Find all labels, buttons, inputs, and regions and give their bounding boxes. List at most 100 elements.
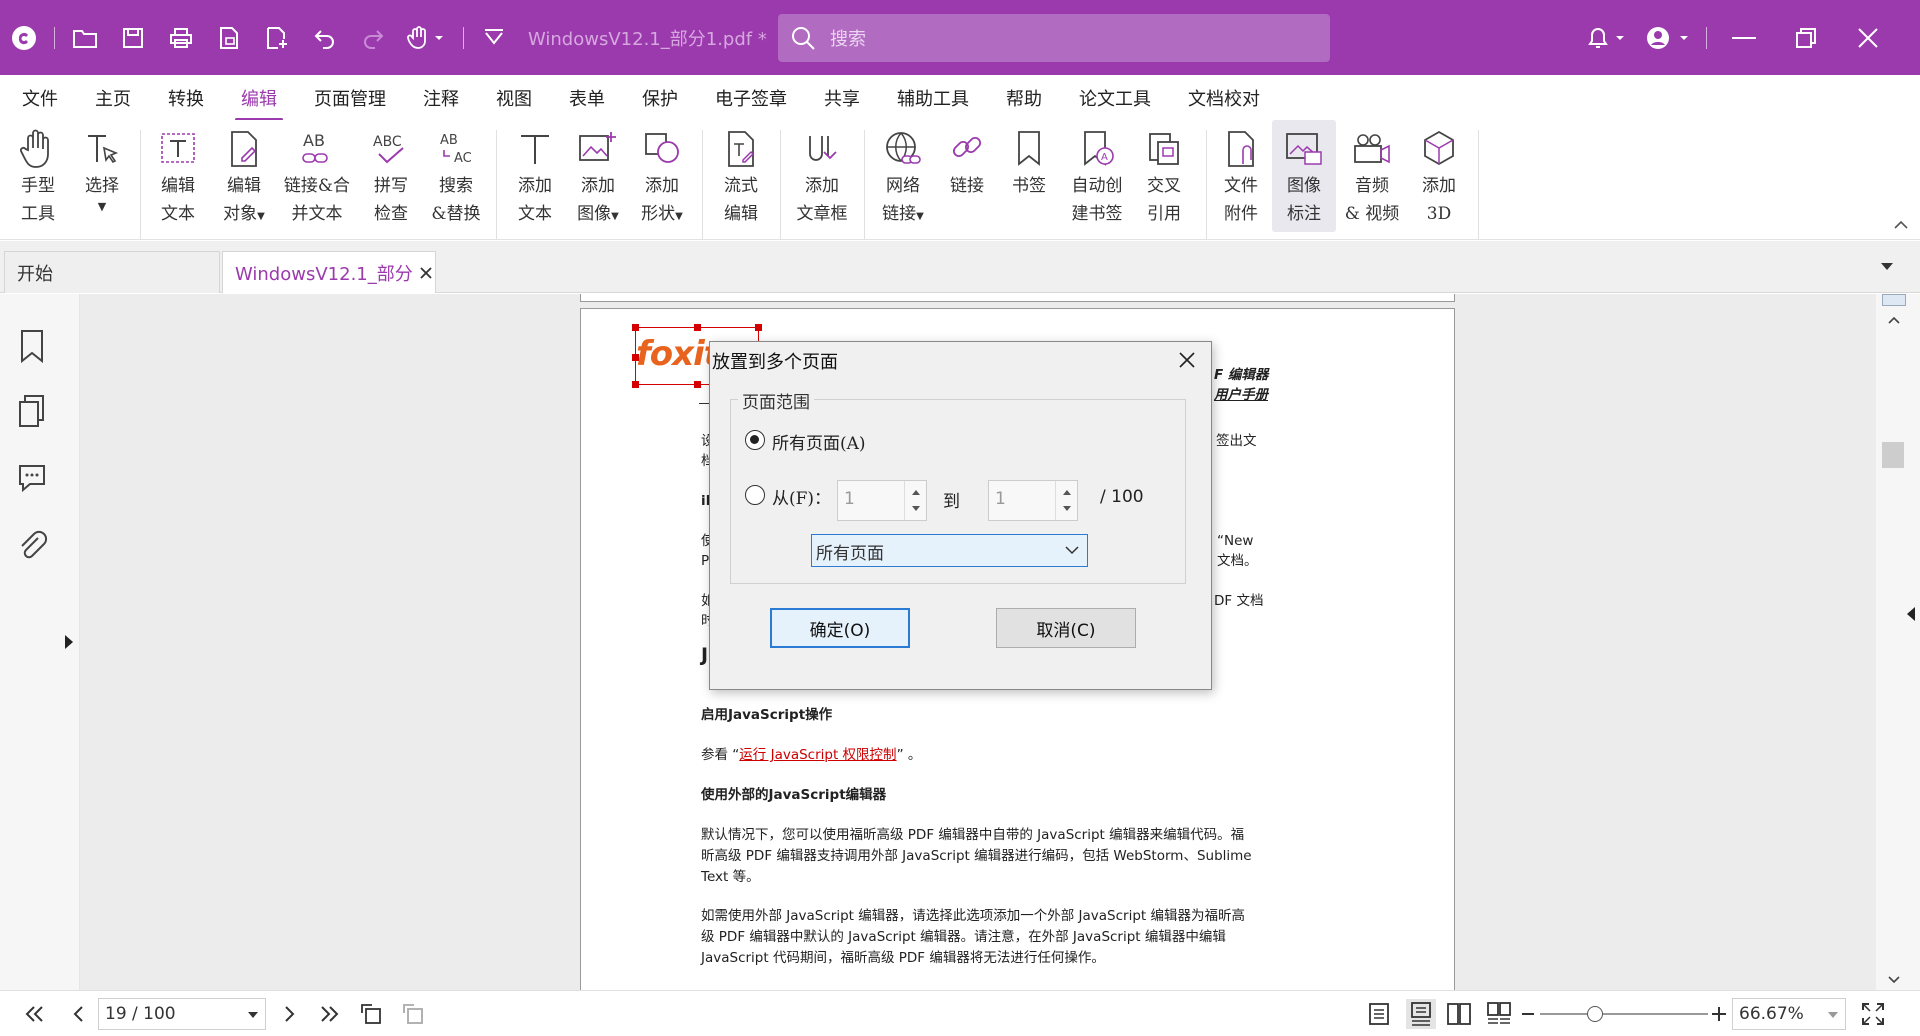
- open-folder-icon[interactable]: [61, 0, 109, 75]
- fullscreen-icon[interactable]: [1860, 1001, 1886, 1027]
- spell-check-button[interactable]: ABC 拼写 检查: [366, 120, 416, 232]
- link-button[interactable]: 链接: [942, 120, 992, 232]
- edit-text-button[interactable]: 编辑 文本: [152, 120, 204, 232]
- hand-tool-dropdown-icon[interactable]: [397, 0, 457, 75]
- edit-object-button[interactable]: 编辑 对象▼: [214, 120, 274, 232]
- selection-handle[interactable]: [755, 324, 762, 331]
- bookmark-button[interactable]: 书签: [1004, 120, 1054, 232]
- hand-tool-button[interactable]: 手型 工具: [12, 120, 64, 232]
- menu-home[interactable]: 主页: [95, 85, 131, 111]
- restore-window-icon[interactable]: [1775, 0, 1837, 75]
- user-account-icon[interactable]: [1636, 0, 1700, 75]
- expand-panel-arrow-icon[interactable]: [64, 634, 74, 650]
- tab-document[interactable]: WindowsV12.1_部分...: [222, 251, 436, 293]
- undo-icon[interactable]: [301, 0, 349, 75]
- menu-convert[interactable]: 转换: [168, 85, 204, 111]
- flow-edit-button[interactable]: 流式 编辑: [716, 120, 766, 232]
- select-tool-button[interactable]: 选择 ▼: [76, 120, 128, 232]
- image-annotation-button[interactable]: 图像 标注: [1272, 120, 1336, 232]
- redo-icon[interactable]: [349, 0, 397, 75]
- notification-bell-icon[interactable]: [1576, 0, 1636, 75]
- menu-proofread[interactable]: 文档校对: [1188, 85, 1260, 111]
- zoom-level-field[interactable]: 66.67%: [1732, 998, 1846, 1030]
- chevron-down-icon[interactable]: [247, 1011, 259, 1019]
- print-icon[interactable]: [157, 0, 205, 75]
- scroll-thumb[interactable]: [1882, 442, 1904, 468]
- page-subset-dropdown[interactable]: 所有页面: [811, 534, 1088, 567]
- comments-panel-icon[interactable]: [16, 460, 48, 496]
- stepper-arrows[interactable]: [1055, 481, 1077, 520]
- selection-handle[interactable]: [632, 324, 639, 331]
- menu-protect[interactable]: 保护: [642, 85, 678, 111]
- menu-view[interactable]: 视图: [496, 85, 532, 111]
- add-article-box-button[interactable]: 添加 文章框: [792, 120, 852, 232]
- menu-e-signature[interactable]: 电子签章: [715, 85, 787, 111]
- continuous-facing-view-icon[interactable]: [1486, 1001, 1512, 1027]
- menu-edit[interactable]: 编辑: [235, 85, 283, 121]
- cross-reference-button[interactable]: 交叉 引用: [1138, 120, 1190, 232]
- tab-list-dropdown-icon[interactable]: [1880, 261, 1894, 271]
- menu-comment[interactable]: 注释: [423, 85, 459, 111]
- next-page-icon[interactable]: [276, 1001, 302, 1027]
- page-number-field[interactable]: 19 / 100: [98, 998, 266, 1030]
- all-pages-radio-label[interactable]: 所有页面(A): [772, 429, 866, 454]
- menu-help[interactable]: 帮助: [1006, 85, 1042, 111]
- close-window-icon[interactable]: [1837, 0, 1899, 75]
- add-3d-button[interactable]: 添加 3D: [1414, 120, 1464, 232]
- selection-handle[interactable]: [632, 381, 639, 388]
- selection-handle[interactable]: [694, 324, 701, 331]
- all-pages-radio[interactable]: [745, 430, 765, 450]
- zoom-slider-thumb[interactable]: [1587, 1006, 1604, 1022]
- split-view-handle[interactable]: [1882, 294, 1906, 306]
- auto-bookmark-button[interactable]: A 自动创 建书签: [1066, 120, 1128, 232]
- app-logo-icon[interactable]: [0, 0, 48, 75]
- chevron-down-icon[interactable]: [1827, 1011, 1839, 1019]
- file-attachment-button[interactable]: 文件 附件: [1216, 120, 1266, 232]
- minimize-icon[interactable]: [1713, 0, 1775, 75]
- previous-page-icon[interactable]: [66, 1001, 92, 1027]
- menu-share[interactable]: 共享: [824, 85, 860, 111]
- js-permission-link[interactable]: 运行 JavaScript 权限控制: [739, 747, 896, 763]
- search-replace-button[interactable]: AB AC 搜索 &替换: [428, 120, 484, 232]
- menu-form[interactable]: 表单: [569, 85, 605, 111]
- facing-view-icon[interactable]: [1446, 1001, 1472, 1027]
- selection-handle[interactable]: [632, 354, 639, 361]
- selection-handle[interactable]: [694, 381, 701, 388]
- search-box[interactable]: 搜索: [778, 14, 1330, 62]
- close-tab-icon[interactable]: [419, 266, 433, 280]
- to-page-stepper[interactable]: 1: [988, 480, 1078, 521]
- attachments-panel-icon[interactable]: [16, 528, 48, 564]
- from-page-stepper[interactable]: 1: [837, 480, 927, 521]
- from-radio[interactable]: [745, 485, 765, 505]
- from-radio-label[interactable]: 从(F)：: [772, 484, 831, 509]
- next-view-icon[interactable]: [400, 1001, 426, 1027]
- add-text-button[interactable]: 添加 文本: [510, 120, 560, 232]
- menu-thesis-tools[interactable]: 论文工具: [1079, 85, 1151, 111]
- collapse-ribbon-icon[interactable]: [1894, 220, 1908, 230]
- scroll-down-arrow-icon[interactable]: [1888, 976, 1900, 984]
- menu-file[interactable]: 文件: [22, 85, 58, 111]
- pages-panel-icon[interactable]: [16, 394, 48, 430]
- single-page-view-icon[interactable]: [1366, 1001, 1392, 1027]
- save-icon[interactable]: [109, 0, 157, 75]
- previous-view-icon[interactable]: [358, 1001, 384, 1027]
- stepper-arrows[interactable]: [904, 481, 926, 520]
- last-page-icon[interactable]: [316, 1001, 342, 1027]
- menu-page-management[interactable]: 页面管理: [314, 85, 386, 111]
- tab-start[interactable]: 开始: [4, 251, 220, 293]
- continuous-view-icon[interactable]: [1406, 999, 1436, 1029]
- web-link-button[interactable]: 网络 链接▼: [876, 120, 930, 232]
- document-properties-icon[interactable]: [205, 0, 253, 75]
- first-page-icon[interactable]: [22, 1001, 48, 1027]
- new-document-icon[interactable]: [253, 0, 301, 75]
- zoom-slider[interactable]: [1540, 1006, 1708, 1022]
- customize-quick-access-icon[interactable]: [470, 0, 518, 75]
- menu-accessibility[interactable]: 辅助工具: [897, 85, 969, 111]
- scroll-up-arrow-icon[interactable]: [1888, 316, 1900, 324]
- add-shape-button[interactable]: 添加 形状▼: [634, 120, 690, 232]
- vertical-scrollbar[interactable]: [1876, 294, 1920, 990]
- cancel-button[interactable]: 取消(C): [996, 608, 1136, 648]
- collapse-right-panel-icon[interactable]: [1906, 606, 1916, 622]
- dialog-close-icon[interactable]: [1177, 350, 1197, 370]
- link-merge-text-button[interactable]: AB 链接&合 并文本: [282, 120, 352, 232]
